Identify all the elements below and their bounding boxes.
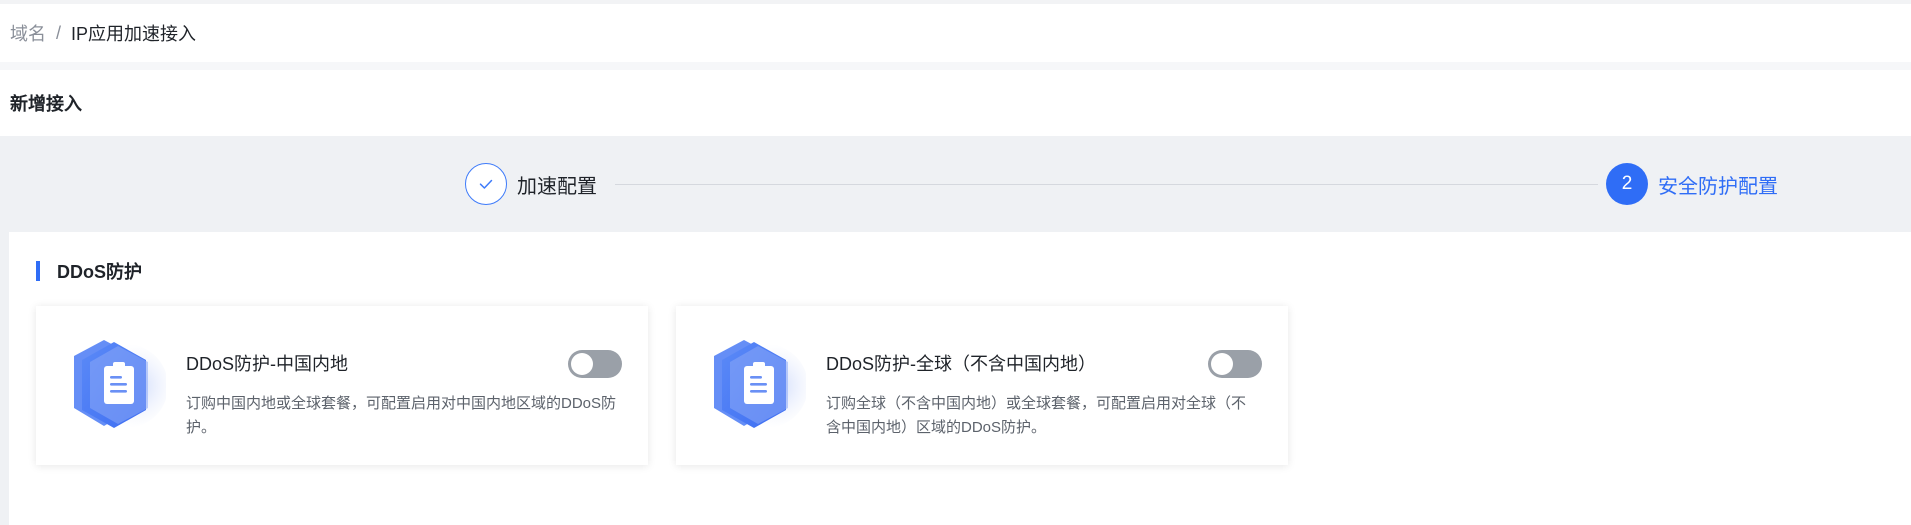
step-2-number: 2 [1606, 163, 1648, 205]
page-header: 新增接入 [0, 70, 1911, 136]
breadcrumb: 域名 / IP应用加速接入 [0, 0, 1911, 62]
section-title-text: DDoS防护 [57, 262, 142, 282]
shield-document-icon [706, 336, 808, 436]
step-1-check-icon [465, 163, 507, 205]
shield-document-icon [66, 336, 168, 436]
main-area: 加速配置 2 安全防护配置 DDoS防护 DDoS防护-中国内地 订购中国内地或… [0, 136, 1911, 525]
toggle-knob [1211, 353, 1233, 375]
card-title: DDoS防护-全球（不含中国内地） [826, 354, 1097, 374]
steps-bar: 加速配置 2 安全防护配置 [0, 136, 1911, 232]
page-title: 新增接入 [10, 94, 82, 114]
step-connector-line [615, 184, 1598, 185]
step-1-accelerate-config[interactable]: 加速配置 [465, 163, 597, 205]
card-ddos-china: DDoS防护-中国内地 订购中国内地或全球套餐，可配置启用对中国内地区域的DDo… [36, 306, 648, 465]
ddos-global-toggle[interactable] [1208, 350, 1262, 378]
card-ddos-global: DDoS防护-全球（不含中国内地） 订购全球（不含中国内地）或全球套餐，可配置启… [676, 306, 1288, 465]
breadcrumb-link-domain[interactable]: 域名 [10, 20, 46, 46]
breadcrumb-separator: / [56, 22, 62, 43]
content-panel: DDoS防护 DDoS防护-中国内地 订购中国内地或全球套餐，可配置启用对中国内… [9, 232, 1911, 525]
step-2-security-config[interactable]: 2 安全防护配置 [1606, 163, 1778, 205]
toggle-knob [571, 353, 593, 375]
ddos-china-toggle[interactable] [568, 350, 622, 378]
card-description: 订购全球（不含中国内地）或全球套餐，可配置启用对全球（不含中国内地）区域的DDo… [826, 395, 1247, 436]
card-title: DDoS防护-中国内地 [186, 354, 349, 374]
step-2-label: 安全防护配置 [1658, 175, 1778, 198]
card-description: 订购中国内地或全球套餐，可配置启用对中国内地区域的DDoS防护。 [186, 395, 617, 436]
breadcrumb-current: IP应用加速接入 [71, 24, 197, 44]
section-title-ddos: DDoS防护 [36, 260, 142, 282]
header-divider [0, 62, 1911, 70]
section-accent-bar [36, 261, 40, 281]
step-1-label: 加速配置 [517, 175, 597, 198]
